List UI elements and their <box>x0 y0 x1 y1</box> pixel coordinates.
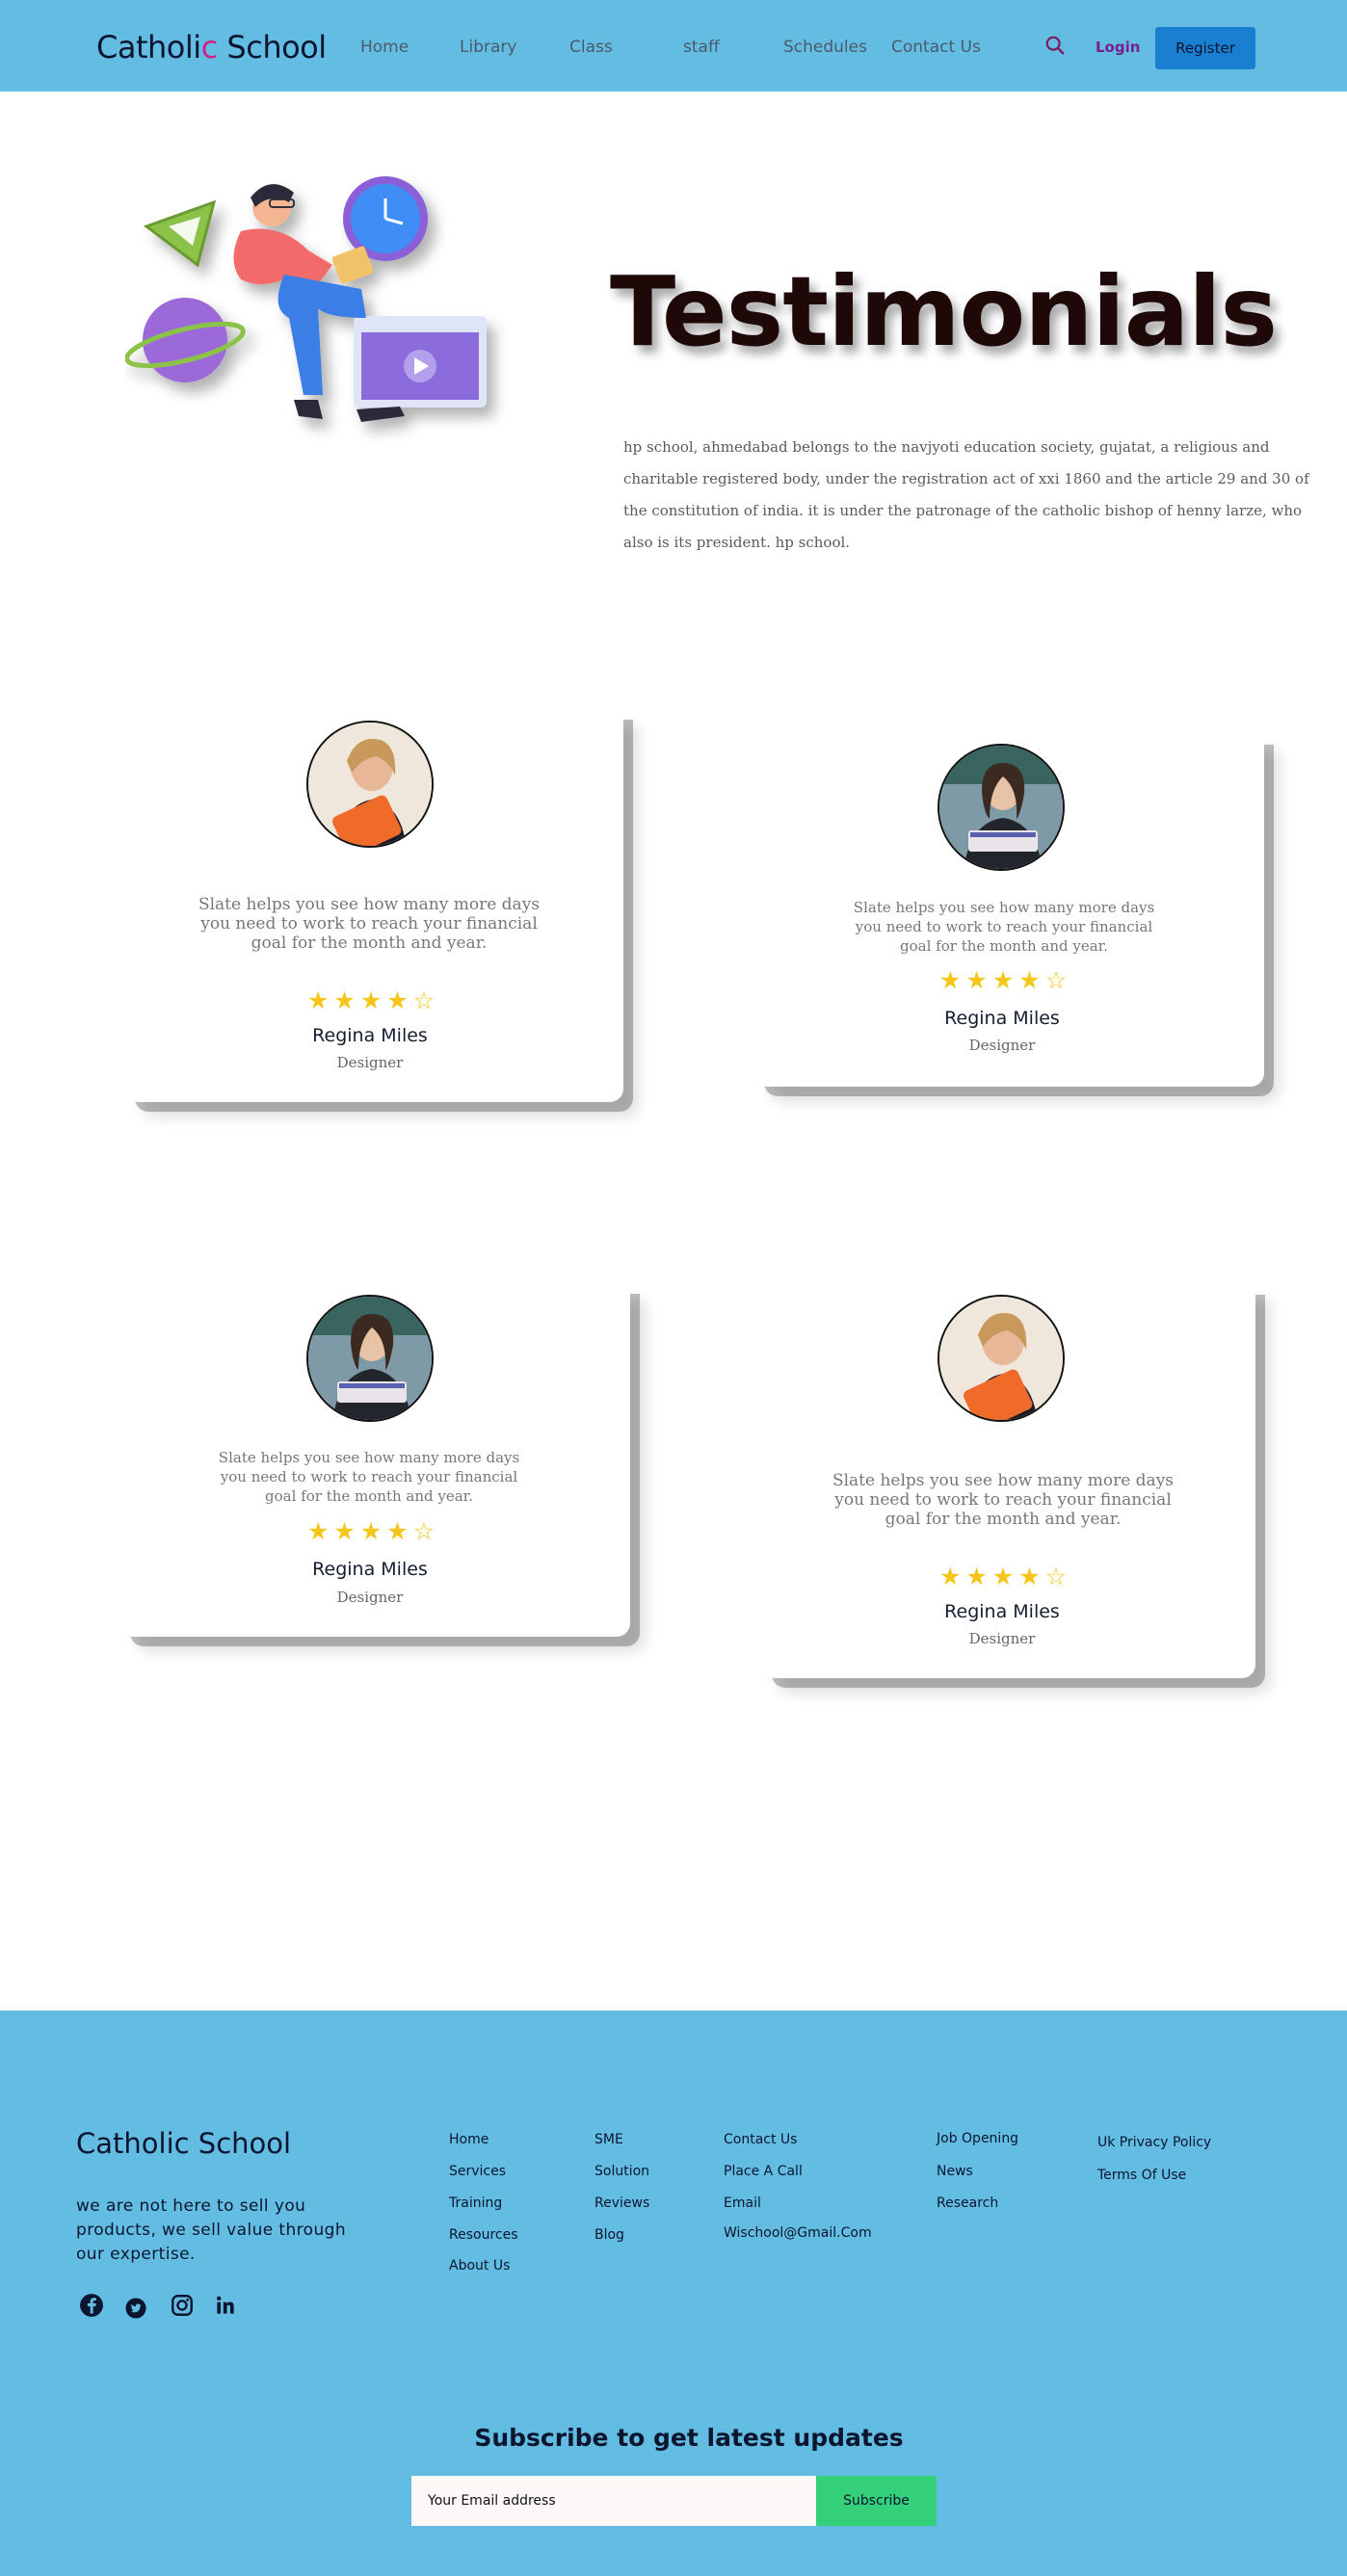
reviewer-name: Regina Miles <box>944 1008 1060 1029</box>
hero-illustration <box>125 176 487 422</box>
footer-link-reviews[interactable]: Reviews <box>594 2195 649 2211</box>
star-filled-icon: ★ <box>307 1518 330 1545</box>
reviewer-role: Designer <box>968 1630 1036 1647</box>
facebook-icon[interactable] <box>79 2293 104 2318</box>
star-filled-icon: ★ <box>386 1518 409 1545</box>
rating-stars: ★ ★ ★ ★ ☆ <box>307 986 435 1015</box>
footer-link-blog[interactable]: Blog <box>594 2227 624 2243</box>
subscribe-button[interactable]: Subscribe <box>816 2476 937 2526</box>
avatar <box>938 744 1065 871</box>
reviewer-role: Designer <box>336 1589 404 1606</box>
star-filled-icon: ★ <box>991 967 1015 994</box>
search-icon[interactable] <box>1044 35 1066 56</box>
star-filled-icon: ★ <box>1018 1564 1041 1590</box>
star-filled-icon: ★ <box>1018 967 1041 994</box>
footer-email-address[interactable]: Wischool@Gmail.Com <box>724 2225 872 2241</box>
star-filled-icon: ★ <box>965 1564 988 1590</box>
star-outline-icon: ☆ <box>1044 1564 1068 1590</box>
testimonial-quote: Slate helps you see how many more days y… <box>198 895 541 953</box>
footer-link-training[interactable]: Training <box>449 2195 502 2211</box>
footer-link-about-us[interactable]: About Us <box>449 2258 510 2274</box>
footer-link-solution[interactable]: Solution <box>594 2164 649 2179</box>
avatar <box>306 721 434 848</box>
subscribe-heading: Subscribe to get latest updates <box>474 2424 904 2452</box>
instagram-icon[interactable] <box>170 2293 195 2318</box>
rating-stars: ★ ★ ★ ★ ☆ <box>939 1563 1067 1591</box>
email-input[interactable] <box>411 2476 816 2526</box>
nav-home[interactable]: Home <box>360 38 409 57</box>
reviewer-role: Designer <box>968 1037 1036 1054</box>
footer-link-privacy-policy[interactable]: Uk Privacy Policy <box>1097 2135 1211 2150</box>
avatar <box>938 1295 1065 1422</box>
star-filled-icon: ★ <box>333 987 356 1014</box>
rating-stars: ★ ★ ★ ★ ☆ <box>307 1517 435 1546</box>
star-outline-icon: ☆ <box>1044 967 1068 994</box>
testimonial-quote: Slate helps you see how many more days y… <box>853 899 1155 955</box>
nav-class[interactable]: Class <box>569 38 613 57</box>
footer-tagline: we are not here to sell you products, we… <box>76 2196 347 2264</box>
star-outline-icon: ☆ <box>412 1518 436 1545</box>
site-logo[interactable]: Catholic School <box>96 29 327 66</box>
reviewer-role: Designer <box>336 1054 404 1071</box>
star-filled-icon: ★ <box>939 967 962 994</box>
testimonial-quote: Slate helps you see how many more days y… <box>218 1449 520 1505</box>
star-filled-icon: ★ <box>359 987 383 1014</box>
nav-library[interactable]: Library <box>460 38 516 57</box>
twitter-icon[interactable] <box>125 2298 146 2319</box>
footer-link-research[interactable]: Research <box>937 2195 998 2211</box>
footer-link-home[interactable]: Home <box>449 2132 489 2147</box>
footer-link-terms-of-use[interactable]: Terms Of Use <box>1097 2168 1186 2183</box>
nav-staff[interactable]: staff <box>683 38 720 57</box>
star-filled-icon: ★ <box>965 967 988 994</box>
star-filled-icon: ★ <box>386 987 409 1014</box>
nav-schedules[interactable]: Schedules <box>783 38 867 57</box>
testimonial-quote: Slate helps you see how many more days y… <box>832 1471 1175 1529</box>
linkedin-icon[interactable] <box>213 2293 238 2318</box>
footer-link-news[interactable]: News <box>937 2164 973 2179</box>
reviewer-name: Regina Miles <box>312 1559 428 1580</box>
star-filled-icon: ★ <box>333 1518 356 1545</box>
star-filled-icon: ★ <box>359 1518 383 1545</box>
footer-link-place-a-call[interactable]: Place A Call <box>724 2164 803 2179</box>
footer-brand: Catholic School <box>76 2127 292 2160</box>
footer-link-sme[interactable]: SME <box>594 2132 623 2147</box>
hero-description: hp school, ahmedabad belongs to the navj… <box>623 438 1309 551</box>
star-filled-icon: ★ <box>939 1564 962 1590</box>
reviewer-name: Regina Miles <box>312 1025 428 1046</box>
avatar <box>306 1295 434 1422</box>
login-link[interactable]: Login <box>1096 39 1140 56</box>
footer-link-contact-us[interactable]: Contact Us <box>724 2132 797 2147</box>
rating-stars: ★ ★ ★ ★ ☆ <box>939 966 1067 995</box>
star-filled-icon: ★ <box>991 1564 1015 1590</box>
star-filled-icon: ★ <box>307 987 330 1014</box>
page-title: Testimonials <box>610 255 1278 368</box>
reviewer-name: Regina Miles <box>944 1601 1060 1622</box>
nav-contact-us[interactable]: Contact Us <box>891 38 981 57</box>
star-outline-icon: ☆ <box>412 987 436 1014</box>
footer-link-email[interactable]: Email <box>724 2195 761 2211</box>
register-button[interactable]: Register <box>1155 27 1255 69</box>
footer-link-job-opening[interactable]: Job Opening <box>937 2131 1018 2146</box>
footer-link-resources[interactable]: Resources <box>449 2227 518 2243</box>
footer-link-services[interactable]: Services <box>449 2164 506 2179</box>
